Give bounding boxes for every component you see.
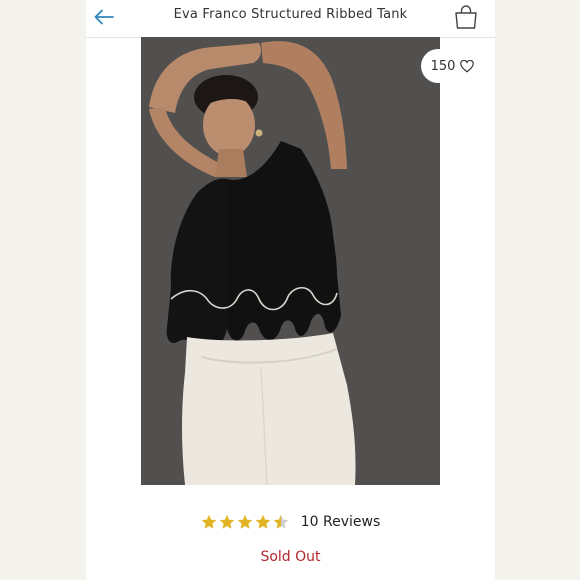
arrow-left-icon [94,9,114,25]
top-bar: Eva Franco Structured Ribbed Tank [86,0,495,38]
reviews-link[interactable]: 10 Reviews [301,514,381,530]
status-badge: Sold Out [260,549,321,565]
like-button[interactable]: 150 [421,49,484,83]
star-rating [201,514,289,530]
product-page: Eva Franco Structured Ribbed Tank 150 10… [86,0,495,580]
star-icon [273,514,289,529]
shopping-bag-button[interactable] [452,3,480,31]
star-icon [201,514,217,529]
shopping-bag-icon [455,5,477,29]
heart-icon [460,59,475,72]
star-icon [237,514,253,529]
product-rating: 10 Reviews [86,514,495,530]
like-count: 150 [430,58,456,74]
page-title: Eva Franco Structured Ribbed Tank [173,7,408,22]
star-icon [219,514,235,529]
star-icon [255,514,271,529]
product-image[interactable] [141,37,440,485]
back-button[interactable] [92,5,116,29]
